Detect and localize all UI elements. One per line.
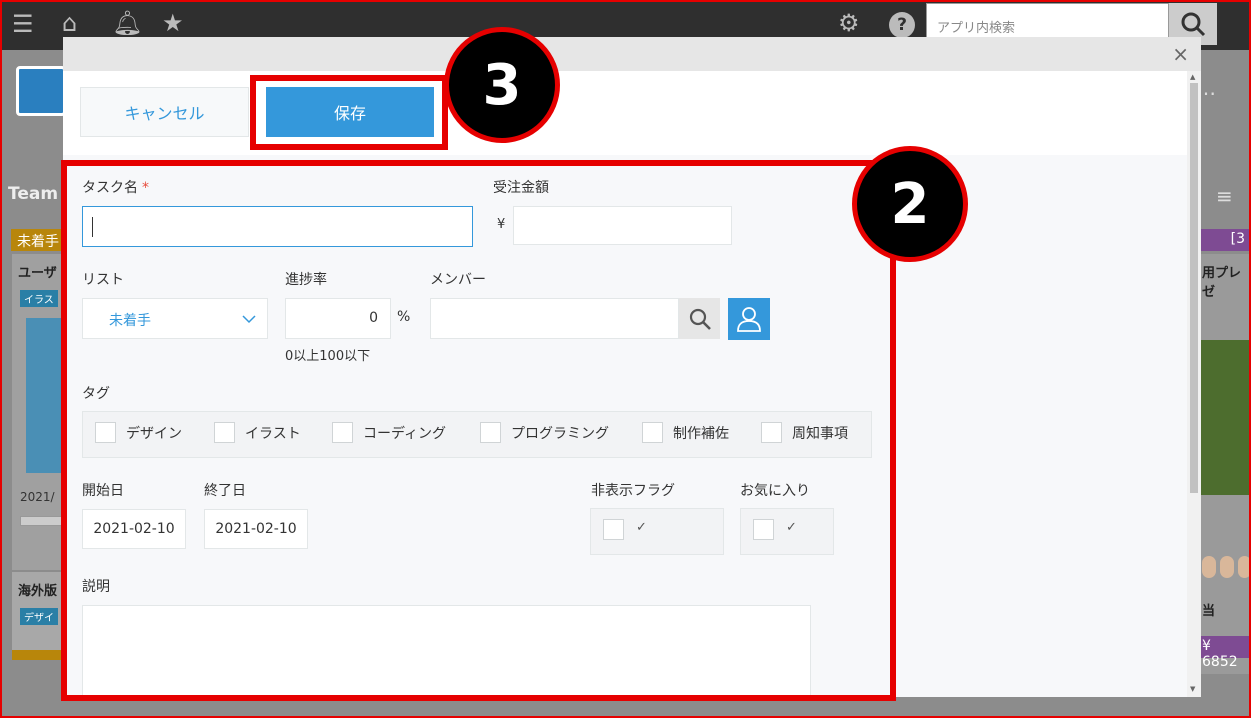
gear-icon[interactable]: ⚙ <box>838 11 860 35</box>
end-date-label: 終了日 <box>204 483 246 499</box>
task-card-photo <box>26 318 64 473</box>
checkbox[interactable] <box>214 422 235 443</box>
member-select-button[interactable] <box>728 298 770 340</box>
member-label: メンバー <box>430 272 486 288</box>
dialog-titlebar: × <box>63 37 1201 71</box>
progress-input[interactable]: 0 <box>285 298 391 339</box>
task-card-owner: 当 <box>1202 604 1216 619</box>
task-card-price: ¥ 6852 <box>1196 636 1251 670</box>
amount-label: 受注金額 <box>493 180 549 196</box>
help-icon[interactable]: ? <box>889 12 915 38</box>
status-column-header: [3 <box>1196 229 1251 251</box>
app-search-placeholder: アプリ内検索 <box>937 21 1016 36</box>
checkbox[interactable] <box>480 422 501 443</box>
text-caret <box>92 217 93 237</box>
task-card-title: ユーザ <box>18 266 57 281</box>
save-button[interactable]: 保存 <box>266 87 434 137</box>
chevron-down-icon <box>242 315 256 324</box>
checkbox[interactable] <box>95 422 116 443</box>
avatar <box>1220 556 1234 578</box>
start-date-input[interactable]: 2021-02-10 <box>82 509 186 549</box>
task-card-tag: イラス <box>20 290 58 307</box>
tag-checkbox-design[interactable]: デザイン <box>95 422 182 443</box>
checkbox[interactable] <box>332 422 353 443</box>
search-icon <box>689 308 711 330</box>
avatar <box>1202 556 1216 578</box>
close-icon[interactable]: × <box>1172 42 1189 66</box>
annotation-badge-2: 2 <box>852 146 968 262</box>
task-card-title: 海外版 <box>18 584 58 599</box>
scroll-up-arrow-icon[interactable]: ▲ <box>1190 73 1195 81</box>
description-textarea[interactable] <box>82 605 811 697</box>
task-card-title: 用プレゼ <box>1202 266 1242 300</box>
user-icon <box>737 307 761 332</box>
scroll-down-arrow-icon[interactable]: ▼ <box>1190 685 1195 693</box>
tag-checkbox-illustration[interactable]: イラスト <box>214 422 301 443</box>
member-search-button[interactable] <box>679 298 720 339</box>
home-icon[interactable]: ⌂ <box>62 11 77 35</box>
app-icon <box>16 66 66 116</box>
star-icon[interactable]: ★ <box>162 11 184 35</box>
list-select[interactable]: 未着手 <box>82 298 268 339</box>
tag-checkbox-coding[interactable]: コーディング <box>332 422 446 443</box>
currency-symbol: ¥ <box>497 217 506 232</box>
hidden-flag-checkbox[interactable] <box>603 519 624 540</box>
hidden-flag-group: ✓ <box>590 508 724 555</box>
list-menu-icon[interactable]: ≡ <box>1216 184 1233 208</box>
scroll-thumb[interactable] <box>1190 83 1198 493</box>
avatar-group <box>1200 554 1251 580</box>
tag-checkbox-production-assist[interactable]: 制作補佐 <box>642 422 729 443</box>
avatar <box>1238 556 1251 578</box>
favorite-group: ✓ <box>740 508 834 555</box>
progress-unit: % <box>397 309 411 325</box>
favorite-option-label: ✓ <box>786 520 797 535</box>
bell-icon[interactable]: 🔔︎ <box>112 11 142 35</box>
team-title: Team <box>8 184 59 204</box>
progress-hint: 0以上100以下 <box>285 349 371 364</box>
status-column-header: 未着手 <box>11 229 66 251</box>
task-card-progress <box>20 516 64 526</box>
checkbox[interactable] <box>642 422 663 443</box>
tag-checkbox-programming[interactable]: プログラミング <box>480 422 609 443</box>
hidden-flag-label: 非表示フラグ <box>591 483 675 499</box>
task-card-photo <box>1200 340 1251 495</box>
task-name-input[interactable] <box>82 206 473 247</box>
cancel-button[interactable]: キャンセル <box>80 87 249 137</box>
start-date-label: 開始日 <box>82 483 124 499</box>
tag-checkbox-group: デザイン イラスト コーディング プログラミング 制作補佐 周知事項 <box>82 411 872 458</box>
task-card[interactable]: 海外版 デザイ <box>12 572 64 660</box>
end-date-input[interactable]: 2021-02-10 <box>204 509 308 549</box>
annotation-badge-3: 3 <box>444 27 560 143</box>
checkbox[interactable] <box>761 422 782 443</box>
task-name-label: タスク名 * <box>82 180 149 196</box>
member-input[interactable] <box>430 298 679 339</box>
amount-input[interactable] <box>513 206 732 245</box>
required-mark: * <box>142 180 149 196</box>
progress-label: 進捗率 <box>285 272 327 288</box>
favorite-checkbox[interactable] <box>753 519 774 540</box>
tag-checkbox-notice[interactable]: 周知事項 <box>761 422 848 443</box>
dialog-scrollbar[interactable]: ▲ ▼ <box>1187 71 1201 697</box>
hidden-flag-option-label: ✓ <box>636 520 647 535</box>
list-select-value: 未着手 <box>109 313 151 329</box>
description-label: 説明 <box>82 579 110 595</box>
list-label: リスト <box>82 272 124 288</box>
tag-label: タグ <box>82 386 110 402</box>
favorite-label: お気に入り <box>740 483 810 499</box>
task-card-date: 2021/ <box>20 490 55 504</box>
task-edit-dialog: × キャンセル 保存 ▲ ▼ タスク名 * 受注金額 ¥ リスト 未着手 進捗率 … <box>63 37 1201 697</box>
hamburger-menu-icon[interactable]: ☰ <box>12 12 34 36</box>
task-card-tag: デザイ <box>20 608 58 625</box>
